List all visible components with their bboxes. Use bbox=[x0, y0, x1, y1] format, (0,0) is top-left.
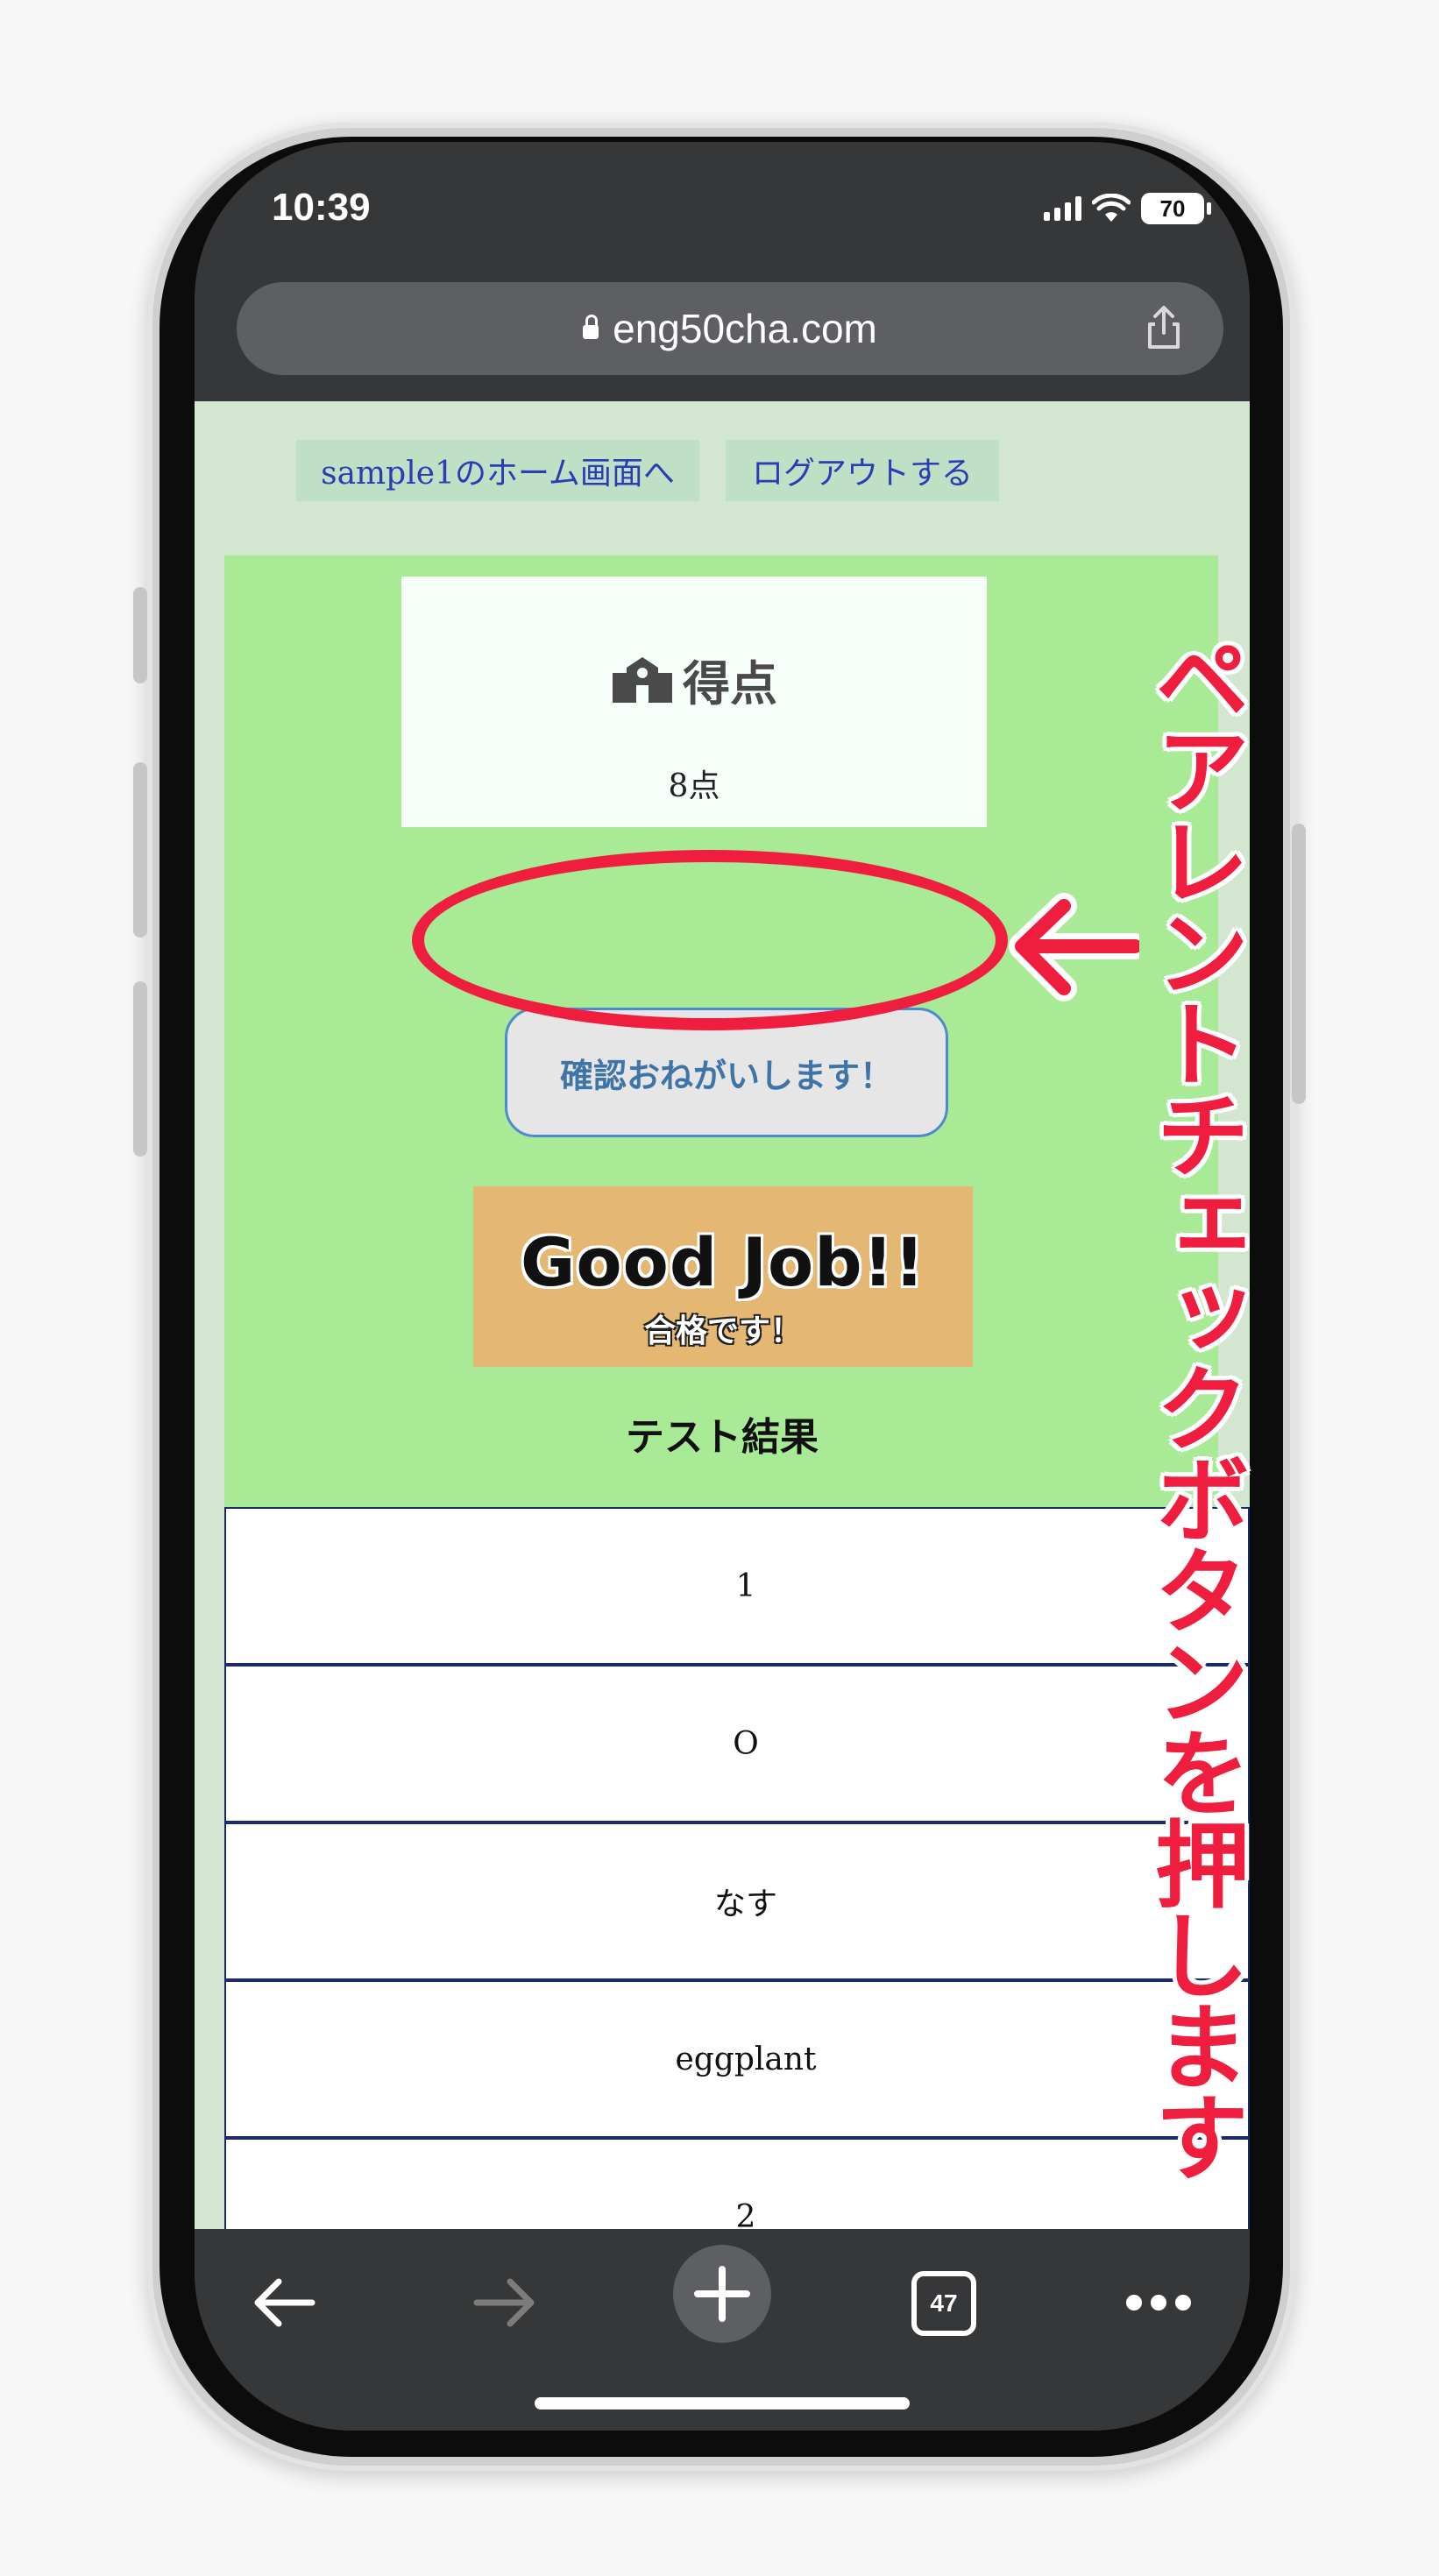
wifi-icon bbox=[1092, 194, 1131, 222]
score-card: 得点 8点 bbox=[401, 577, 987, 827]
goodjob-main-text: Good Job!! bbox=[521, 1223, 925, 1301]
volume-up-button bbox=[133, 762, 147, 938]
logout-link[interactable]: ログアウトする bbox=[726, 440, 999, 501]
web-content: sample1のホーム画面へ ログアウトする 得点 8点 確認おねがいします！ … bbox=[195, 401, 1250, 2229]
url-text: eng50cha.com bbox=[613, 306, 877, 351]
arrow-icon bbox=[1009, 893, 1139, 1001]
school-icon bbox=[613, 656, 672, 703]
lock-icon bbox=[583, 315, 599, 339]
phone-screen: 10:39 70 eng50cha.com sample1のホーム画面へ ログア… bbox=[195, 142, 1250, 2431]
back-arrow-icon[interactable] bbox=[240, 2259, 328, 2346]
goodjob-banner: Good Job!! 合格です！ bbox=[473, 1186, 973, 1367]
power-button bbox=[1292, 824, 1306, 1104]
more-icon[interactable] bbox=[1115, 2259, 1202, 2346]
mute-switch bbox=[133, 587, 147, 683]
battery-icon: 70 bbox=[1141, 193, 1211, 224]
share-icon[interactable] bbox=[1139, 303, 1188, 352]
forward-arrow-icon[interactable] bbox=[461, 2259, 549, 2346]
table-row: eggplant bbox=[226, 1982, 1248, 2140]
table-row: O bbox=[226, 1667, 1248, 1824]
tabs-button[interactable]: 47 bbox=[911, 2271, 976, 2336]
home-link[interactable]: sample1のホーム画面へ bbox=[296, 440, 699, 501]
home-indicator bbox=[535, 2397, 910, 2410]
confirm-button[interactable]: 確認おねがいします！ bbox=[505, 1008, 948, 1137]
status-time: 10:39 bbox=[272, 186, 371, 229]
table-row: 2 bbox=[226, 2140, 1248, 2230]
score-title: 得点 bbox=[401, 645, 987, 714]
table-row: なす bbox=[226, 1824, 1248, 1982]
volume-down-button bbox=[133, 981, 147, 1157]
tab-count: 47 bbox=[911, 2271, 976, 2336]
score-value: 8点 bbox=[668, 768, 720, 804]
new-tab-icon[interactable] bbox=[670, 2241, 775, 2346]
battery-level: 70 bbox=[1159, 195, 1186, 222]
address-bar[interactable]: eng50cha.com bbox=[237, 282, 1223, 375]
signal-icon bbox=[1044, 196, 1081, 221]
annotation-text: ペアレントチェックボタンを押します bbox=[1139, 631, 1249, 2180]
goodjob-sub-text: 合格です！ bbox=[643, 1313, 802, 1349]
status-icons: 70 bbox=[1044, 193, 1211, 224]
results-table: 1 O なす eggplant 2 bbox=[224, 1507, 1250, 2229]
table-row: 1 bbox=[226, 1509, 1248, 1667]
result-heading: テスト結果 bbox=[626, 1415, 819, 1460]
score-title-text: 得点 bbox=[683, 656, 777, 711]
